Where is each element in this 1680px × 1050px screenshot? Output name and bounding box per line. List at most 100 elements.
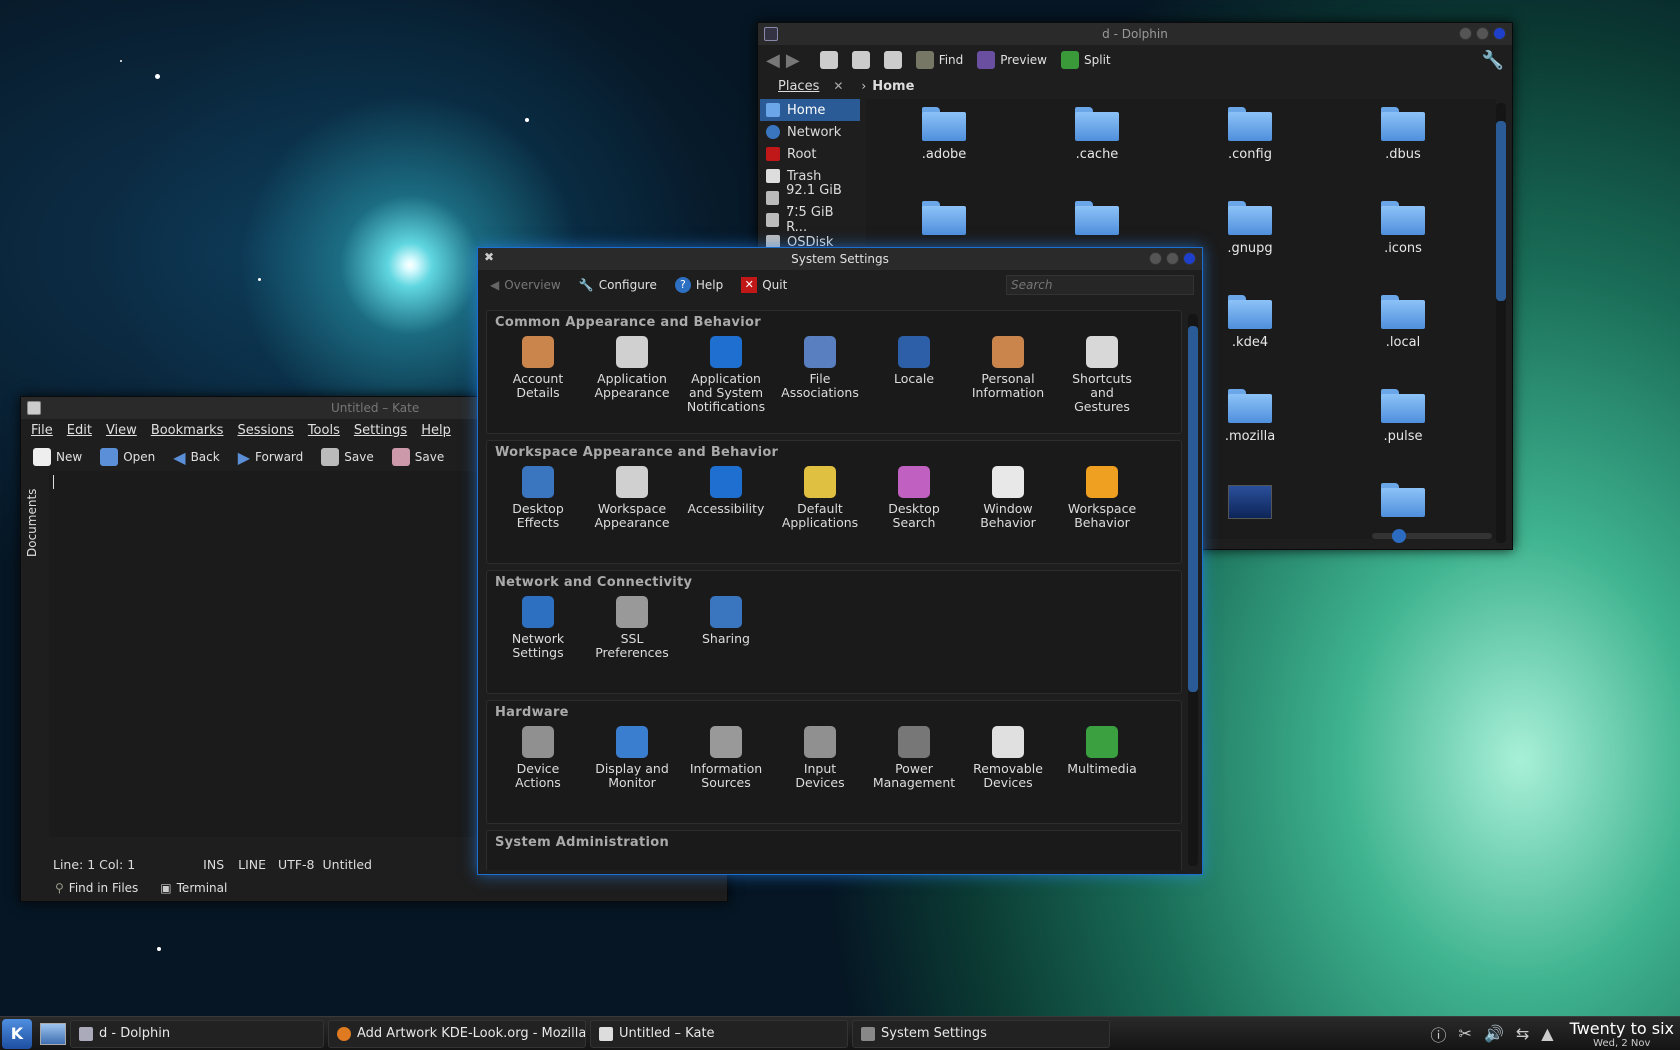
folder-item[interactable]: .local [1348, 295, 1458, 350]
find-in-files-tab[interactable]: ⚲ Find in Files [51, 879, 142, 897]
insert-mode[interactable]: INS [203, 857, 224, 872]
folder-item[interactable] [889, 201, 999, 235]
folder-item[interactable] [1348, 483, 1458, 517]
settings-window-icon[interactable]: ✖ [484, 250, 498, 264]
klipper-icon[interactable]: ✂ [1459, 1024, 1472, 1043]
menu-bookmarks[interactable]: Bookmarks [151, 423, 224, 438]
settings-module-desktop-effects[interactable]: Desktop Effects [491, 464, 585, 530]
quit-button[interactable]: ✕ Quit [737, 275, 791, 295]
network-icon[interactable]: ⇆ [1516, 1024, 1529, 1043]
settings-module-tools[interactable]: Information Sources [679, 724, 773, 790]
clock[interactable]: Twenty to six Wed, 2 Nov [1570, 1019, 1674, 1049]
details-view-button[interactable] [848, 49, 874, 71]
places-item-drive-2[interactable]: 7.5 GiB R... [760, 205, 860, 235]
settings-module-window[interactable]: Window Behavior [961, 464, 1055, 530]
back-arrow-icon[interactable]: ◀ [766, 50, 780, 71]
folder-item[interactable]: .kde4 [1195, 295, 1305, 350]
folder-item[interactable]: .adobe [889, 107, 999, 162]
folder-item[interactable]: .mozilla [1195, 389, 1305, 444]
breadcrumb-home[interactable]: Home [872, 79, 914, 94]
line-mode[interactable]: LINE [238, 857, 266, 872]
minimize-button[interactable] [1149, 252, 1162, 265]
folder-item[interactable] [1042, 201, 1152, 235]
settings-module-multimedia[interactable]: Multimedia [1055, 724, 1149, 790]
terminal-tab[interactable]: ▣ Terminal [156, 879, 231, 897]
task-firefox[interactable]: Add Artwork KDE-Look.org - Mozilla Fi [328, 1019, 586, 1048]
zoom-slider[interactable] [1372, 529, 1492, 543]
dolphin-titlebar[interactable]: d - Dolphin [758, 23, 1512, 45]
find-button[interactable]: Find [912, 49, 968, 71]
settings-module-input-devices[interactable]: Input Devices [773, 724, 867, 790]
configure-button[interactable]: 🔧 Configure [575, 276, 661, 294]
menu-tools[interactable]: Tools [308, 423, 340, 438]
settings-module-keyboard[interactable]: Shortcuts and Gestures [1055, 334, 1149, 414]
menu-file[interactable]: File [31, 423, 53, 438]
task-system-settings[interactable]: System Settings [852, 1019, 1110, 1048]
menu-settings[interactable]: Settings [354, 423, 407, 438]
settings-module-monitor[interactable]: Display and Monitor [585, 724, 679, 790]
zoom-slider-handle[interactable] [1392, 529, 1406, 543]
settings-module-locale[interactable]: Locale [867, 334, 961, 414]
settings-module-workspace-appearance[interactable]: Workspace Appearance [585, 464, 679, 530]
minimize-button[interactable] [1459, 27, 1472, 40]
split-button[interactable]: Split [1057, 49, 1115, 71]
folder-item[interactable]: .gnupg [1195, 201, 1305, 256]
settings-module-power[interactable]: Power Management [867, 724, 961, 790]
settings-module-sharing[interactable]: Sharing [679, 594, 773, 660]
menu-help[interactable]: Help [421, 423, 451, 438]
settings-module-file-assoc[interactable]: File Associations [773, 334, 867, 414]
search-input[interactable] [1006, 275, 1194, 295]
maximize-button[interactable] [1476, 27, 1489, 40]
image-file-thumbnail[interactable] [1228, 485, 1272, 519]
close-button[interactable] [1183, 252, 1196, 265]
volume-icon[interactable]: 🔊 [1484, 1024, 1504, 1043]
settings-module-network-settings[interactable]: Network Settings [491, 594, 585, 660]
info-icon[interactable]: ⓘ [1431, 1022, 1447, 1046]
back-button[interactable]: ◀ Back [169, 446, 223, 469]
tray-expand-icon[interactable]: ▲ [1541, 1024, 1553, 1043]
documents-sidebar-tab[interactable]: Documents [25, 477, 43, 569]
places-close-icon[interactable]: ✕ [833, 79, 843, 93]
open-button[interactable]: Open [96, 446, 159, 468]
settings-module-workspace-behavior[interactable]: Workspace Behavior [1055, 464, 1149, 530]
settings-scrollbar-thumb[interactable] [1188, 326, 1198, 692]
save-as-button[interactable]: Save [388, 446, 448, 468]
places-item-home[interactable]: Home [760, 99, 860, 121]
show-desktop-icon[interactable] [40, 1022, 66, 1045]
settings-module-desktop-search[interactable]: Desktop Search [867, 464, 961, 530]
dolphin-window-icon[interactable] [764, 27, 778, 41]
settings-module-notification[interactable]: Application and System Notifications [679, 334, 773, 414]
folder-item[interactable]: .config [1195, 107, 1305, 162]
settings-module-removable[interactable]: Removable Devices [961, 724, 1055, 790]
kate-window-icon[interactable] [27, 401, 41, 415]
folder-item[interactable]: .dbus [1348, 107, 1458, 162]
encoding[interactable]: UTF-8 [278, 857, 314, 872]
maximize-button[interactable] [1166, 252, 1179, 265]
forward-button[interactable]: ▶ Forward [234, 446, 308, 469]
menu-edit[interactable]: Edit [67, 423, 92, 438]
settings-module-account[interactable]: Account Details [491, 334, 585, 414]
overview-button[interactable]: ◀ Overview [486, 276, 565, 294]
task-dolphin[interactable]: d - Dolphin [70, 1019, 324, 1048]
settings-module-ssl[interactable]: SSL Preferences [585, 594, 679, 660]
settings-module-device-actions[interactable]: Device Actions [491, 724, 585, 790]
menu-sessions[interactable]: Sessions [237, 423, 293, 438]
places-item-network[interactable]: Network [760, 121, 860, 143]
help-button[interactable]: ? Help [671, 275, 727, 295]
save-button[interactable]: Save [317, 446, 377, 468]
settings-module-personal[interactable]: Personal Information [961, 334, 1055, 414]
settings-module-default-apps[interactable]: Default Applications [773, 464, 867, 530]
settings-titlebar[interactable]: ✖ System Settings [478, 248, 1202, 270]
forward-arrow-icon[interactable]: ▶ [786, 50, 800, 71]
preview-button[interactable]: Preview [973, 49, 1051, 71]
settings-wrench-icon[interactable]: 🔧 [1482, 50, 1504, 71]
folder-item[interactable]: .pulse [1348, 389, 1458, 444]
dolphin-scrollbar[interactable] [1496, 103, 1506, 543]
settings-module-accessibility[interactable]: Accessibility [679, 464, 773, 530]
columns-view-button[interactable] [880, 49, 906, 71]
icons-view-button[interactable] [816, 49, 842, 71]
folder-item[interactable]: .icons [1348, 201, 1458, 256]
folder-item[interactable]: .cache [1042, 107, 1152, 162]
places-item-root[interactable]: Root [760, 143, 860, 165]
task-kate[interactable]: Untitled – Kate [590, 1019, 848, 1048]
